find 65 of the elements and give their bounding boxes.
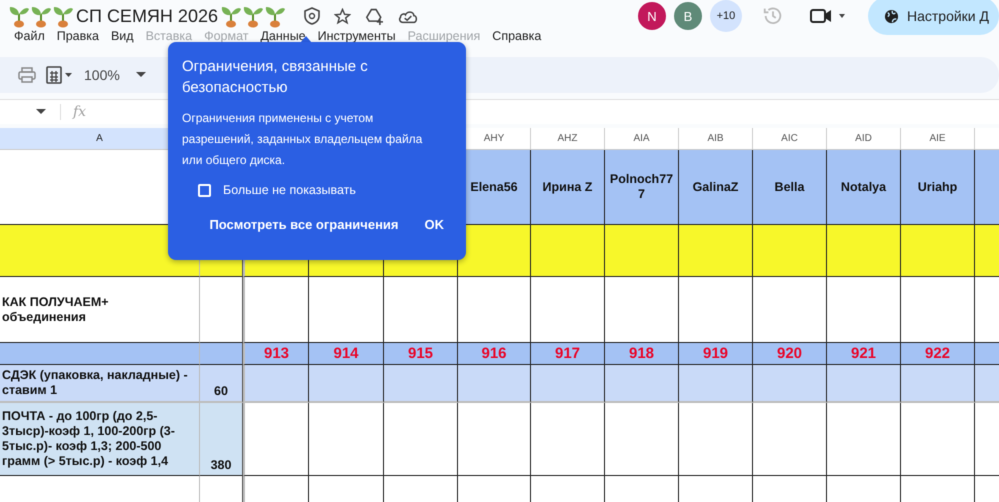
- column-header[interactable]: AID: [827, 128, 901, 150]
- print-icon[interactable]: [18, 67, 36, 83]
- table-cell: Polnoch777: [605, 150, 679, 225]
- sprout-icon: [30, 4, 52, 28]
- table-cell: [243, 365, 309, 403]
- sprout-icon: [52, 4, 74, 28]
- table-cell: 60: [200, 365, 243, 403]
- menu-item[interactable]: Инструменты: [318, 29, 396, 43]
- column-header[interactable]: AIC: [753, 128, 827, 150]
- video-call-icon[interactable]: [810, 7, 846, 25]
- table-cell: GalinaZ: [679, 150, 753, 225]
- share-button[interactable]: Настройки Д: [868, 0, 999, 35]
- table-cell: КАК ПОЛУЧАЕМ+ объединения: [0, 277, 200, 343]
- menu-item[interactable]: Файл: [14, 29, 45, 43]
- sprout-icon: [220, 4, 242, 28]
- table-cell: Bella: [753, 150, 827, 225]
- table-cell: 919: [679, 343, 753, 365]
- menu-item[interactable]: Справка: [492, 29, 542, 43]
- sprout-icon: [264, 4, 286, 28]
- document-title[interactable]: СП СЕМЯН 2026: [76, 6, 218, 26]
- format-icon[interactable]: [46, 66, 74, 84]
- table-cell: [200, 343, 243, 365]
- table-cell: 918: [605, 343, 679, 365]
- table-cell: 921: [827, 343, 901, 365]
- caret-icon[interactable]: [136, 72, 146, 78]
- checkbox-label[interactable]: Больше не показывать: [223, 183, 356, 197]
- zoom-level[interactable]: 100%: [84, 67, 120, 83]
- popup-button[interactable]: Посмотреть все ограничения: [201, 211, 406, 238]
- table-cell: [200, 277, 243, 343]
- column-header[interactable]: AHZ: [531, 128, 605, 150]
- table-cell: 917: [531, 343, 605, 365]
- menu-item[interactable]: Правка: [56, 29, 99, 43]
- table-cell: 380: [200, 403, 243, 476]
- table-cell: 915: [384, 343, 458, 365]
- table-cell: 916: [458, 343, 531, 365]
- table-cell: 913: [243, 343, 309, 365]
- avatar[interactable]: B: [674, 2, 702, 30]
- popup-button[interactable]: OK: [416, 211, 452, 238]
- table-cell: Notalya: [827, 150, 901, 225]
- menu-item[interactable]: Данные: [260, 29, 306, 43]
- column-header[interactable]: AIB: [679, 128, 753, 150]
- sprout-icon: [8, 4, 30, 28]
- more-collaborators[interactable]: +10: [710, 0, 742, 32]
- table-cell: 922: [901, 343, 975, 365]
- sprout-icon: [242, 4, 264, 28]
- checkbox[interactable]: [198, 184, 211, 196]
- table-cell: ПОЧТА - до 100гр (до 2,5-3тыср)-коэф 1, 100-200гр (3-5тыс.р)- коэф 1,3; 200-500 грамм (> 5тыс.р) - коэф 1,4: [0, 403, 200, 476]
- table-cell: [243, 277, 309, 343]
- globe-icon: [884, 8, 899, 24]
- cloud-check-icon[interactable]: [398, 8, 418, 24]
- popup-title: Ограничения, связанные с безопасностью: [182, 57, 369, 98]
- caret-icon[interactable]: [36, 109, 46, 115]
- table-cell: Uriahp: [901, 150, 975, 225]
- table-cell: СДЭК (упаковка, накладные) - ставим 1: [0, 365, 200, 403]
- drive-add-icon[interactable]: [364, 8, 384, 24]
- star-icon[interactable]: [334, 8, 351, 24]
- table-cell: Ирина Z: [531, 150, 605, 225]
- column-header[interactable]: AIE: [901, 128, 975, 150]
- shield-icon[interactable]: [304, 7, 320, 25]
- table-cell: 914: [309, 343, 384, 365]
- menu-item[interactable]: Вид: [110, 29, 134, 43]
- avatar[interactable]: N: [638, 2, 666, 30]
- formula-label: fx: [60, 104, 86, 120]
- column-header[interactable]: AIA: [605, 128, 679, 150]
- table-cell: 920: [753, 343, 827, 365]
